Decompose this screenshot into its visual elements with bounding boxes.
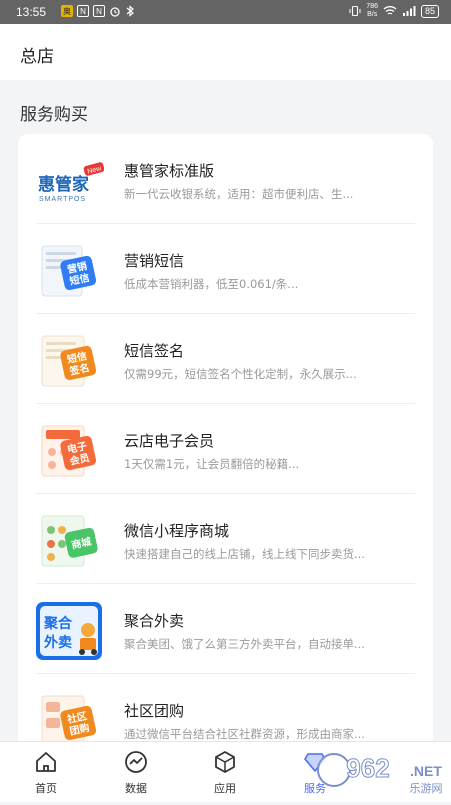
tab-label: 首页 — [35, 782, 57, 795]
alarm-icon — [110, 7, 120, 17]
service-list: New 惠管家 SMARTPOS 惠管家标准版 新一代云收银系统，适用：超市便利… — [18, 134, 433, 774]
thumb-label-1: 聚合 — [43, 615, 73, 632]
service-name: 短信签名 — [124, 342, 185, 360]
page-header: 总店 — [0, 24, 451, 80]
sms-signature-thumbnail: 短信 签名 — [36, 330, 104, 390]
status-right: 786 B/s 85 — [349, 3, 439, 19]
mini-program-mall-thumbnail: 商城 — [36, 510, 104, 570]
net-speed-value: 786 — [366, 3, 378, 10]
service-desc: 通过微信平台结合社区社群资源，形成由商家... — [124, 727, 365, 741]
tab-apps[interactable]: 应用 — [197, 742, 253, 802]
service-desc: 聚合美团、饿了么第三方外卖平台，自动接单... — [124, 637, 365, 651]
status-bar: 13:55 奥 N N 786 B/s 85 — [0, 0, 451, 24]
wifi-icon — [383, 6, 397, 15]
service-name: 惠管家标准版 — [124, 162, 215, 180]
service-item-sms-signature[interactable]: 短信 签名 短信签名 仅需99元，短信签名个性化定制，永久展示... — [36, 314, 415, 404]
thumb-label-2: 外卖 — [44, 634, 72, 651]
service-name: 微信小程序商城 — [124, 522, 230, 540]
net-speed: 786 B/s — [366, 3, 378, 19]
takeaway-thumbnail: 聚合 外卖 — [36, 600, 104, 660]
service-desc: 低成本营销利器，低至0.061/条... — [124, 277, 299, 291]
home-icon — [36, 752, 56, 772]
watermark-sub: 乐游网 — [410, 782, 443, 795]
logo-text: 惠管家 — [38, 174, 89, 195]
page-title[interactable]: 总店 — [20, 42, 54, 67]
tab-label: 应用 — [214, 782, 236, 795]
tab-home[interactable]: 首页 — [18, 742, 74, 802]
notif-badge-2: N — [77, 5, 89, 17]
service-name: 营销短信 — [124, 252, 185, 270]
notif-badge-3: N — [93, 5, 105, 17]
logo-subtext: SMARTPOS — [39, 196, 86, 203]
net-speed-unit: B/s — [367, 11, 378, 18]
sms-marketing-thumbnail: 营销 短信 — [36, 240, 104, 300]
service-desc: 1天仅需1元，让会员翻倍的秘籍... — [124, 457, 300, 471]
tab-data[interactable]: 数据 — [108, 742, 164, 802]
service-item-mini-program-mall[interactable]: 商城 微信小程序商城 快速搭建自己的线上店铺，线上线下同步卖货... — [36, 494, 415, 584]
service-desc: 快速搭建自己的线上店铺，线上线下同步卖货... — [124, 547, 365, 561]
service-name: 云店电子会员 — [124, 432, 215, 450]
chart-icon — [125, 751, 147, 773]
service-item-huiguanjia[interactable]: New 惠管家 SMARTPOS 惠管家标准版 新一代云收银系统，适用：超市便利… — [36, 134, 415, 224]
watermark: 962 .NET 乐游网 — [310, 744, 451, 801]
service-desc: 仅需99元，短信签名个性化定制，永久展示... — [124, 367, 357, 381]
service-item-sms-marketing[interactable]: 营销 短信 营销短信 低成本营销利器，低至0.061/条... — [36, 224, 415, 314]
service-item-e-member[interactable]: 电子 会员 云店电子会员 1天仅需1元，让会员翻倍的秘籍... — [36, 404, 415, 494]
bluetooth-icon — [126, 5, 134, 17]
vibrate-icon — [349, 5, 361, 17]
e-member-thumbnail: 电子 会员 — [36, 420, 104, 480]
service-name: 社区团购 — [124, 702, 185, 720]
section-title: 服务购买 — [20, 105, 88, 125]
watermark-suffix: .NET — [410, 763, 442, 779]
status-time: 13:55 — [16, 5, 47, 19]
service-desc: 新一代云收银系统，适用：超市便利店、生... — [124, 187, 354, 201]
signal-icon — [402, 6, 416, 16]
notif-badge-1: 奥 — [61, 5, 73, 17]
service-name: 聚合外卖 — [124, 612, 185, 630]
service-item-takeaway[interactable]: 聚合 外卖 聚合外卖 聚合美团、饿了么第三方外卖平台，自动接单... — [36, 584, 415, 674]
huiguanjia-logo: New 惠管家 SMARTPOS — [36, 150, 105, 210]
watermark-number: 962 — [346, 753, 389, 783]
battery-icon: 85 — [420, 4, 439, 18]
box-icon — [215, 751, 235, 773]
notification-icons: 奥 N N — [61, 5, 135, 17]
tab-label: 数据 — [125, 782, 147, 795]
